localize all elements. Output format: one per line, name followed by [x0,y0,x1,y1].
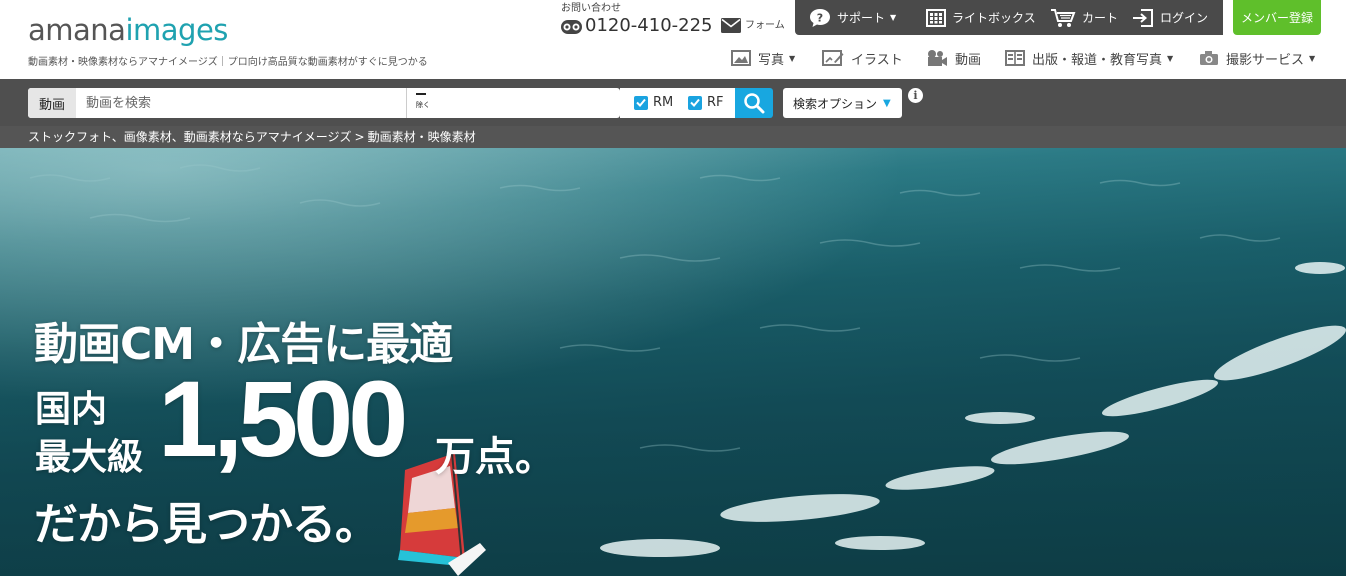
nav-photo-service[interactable]: 撮影サービス ▼ [1199,47,1315,69]
chevron-down-icon: ▼ [789,53,796,63]
hero-subline: だから見つかる。 [34,499,379,550]
support-label: サポート [837,11,886,25]
contact-info: お問い合わせ 0120-410-225 フォーム [561,2,791,42]
signup-button[interactable]: メンバー登録 [1233,0,1321,35]
nav-video[interactable]: 動画 [926,47,981,69]
minus-icon [416,93,426,95]
book-icon [1005,50,1025,66]
nav-editorial-label: 出版・報道・教育写真 [1032,52,1163,68]
illustration-icon [822,50,844,66]
login-icon [1133,8,1153,27]
license-filters: RM RF [620,88,735,118]
search-type-selector[interactable]: 動画 [28,88,76,118]
question-icon: ? [810,8,830,27]
search-box: 動画 除く [28,88,620,118]
camera-icon [1200,51,1218,65]
mail-icon[interactable] [721,18,741,33]
breadcrumb-separator: > [354,130,365,144]
login-label: ログイン [1160,11,1209,25]
svg-text:?: ? [817,11,823,24]
lightbox-label: ライトボックス [952,11,1036,25]
exclude-label: 除く [416,101,430,109]
nav-editorial[interactable]: 出版・報道・教育写真 ▼ [1005,47,1173,69]
rm-label: RM [653,95,674,110]
nav-illustration-label: イラスト [851,52,903,68]
chevron-down-icon: ▼ [1167,53,1174,63]
login-link[interactable]: ログイン [1132,0,1208,35]
nav-illustration[interactable]: イラスト [822,47,903,69]
nav-photo[interactable]: 写真 ▼ [731,47,795,69]
search-input[interactable] [78,88,406,118]
support-menu[interactable]: ? サポート ▼ [809,0,896,35]
chevron-down-icon: ▼ [883,97,891,109]
breadcrumb-current: 動画素材・映像素材 [367,130,476,144]
search-options-button[interactable]: 検索オプション ▼ [783,88,902,118]
hero-largest-label: 最大級 [35,437,144,478]
cart-label: カート [1082,11,1119,25]
tagline: 動画素材・映像素材ならアマナイメージズ｜プロ向け高品質な動画素材がすぐに見つかる [28,57,428,68]
video-camera-icon [928,50,947,66]
rf-label: RF [707,95,724,110]
exclude-keyword-field[interactable]: 除く [406,88,620,118]
nav-video-label: 動画 [955,52,982,68]
freedial-icon [561,20,582,34]
hero-banner[interactable]: 動画CM・広告に最適 国内 最大級 1,500 万点。 だから見つかる。 [0,148,1346,576]
search-icon [744,93,765,114]
photo-icon [731,50,751,66]
contact-form-link[interactable]: フォーム [745,19,785,33]
lightbox-icon [926,8,946,27]
hero-count-number: 1,500 [158,358,408,479]
breadcrumb-home[interactable]: ストックフォト、画像素材、動画素材ならアマナイメージズ [28,130,352,144]
info-icon[interactable]: i [908,88,923,103]
hero-domestic-label: 国内 [35,389,108,430]
site-logo[interactable]: amanaimages [28,12,228,48]
site-header: amanaimages 動画素材・映像素材ならアマナイメージズ｜プロ向け高品質な… [0,0,1346,79]
search-options-label: 検索オプション [793,96,878,111]
account-toolbar: ? サポート ▼ ライトボックス カート ログイン [795,0,1223,35]
rm-checkbox[interactable]: RM [634,95,673,110]
cart-icon [1051,8,1076,27]
nav-photo-service-label: 撮影サービス [1226,52,1305,68]
breadcrumb: ストックフォト、画像素材、動画素材ならアマナイメージズ > 動画素材・映像素材 [0,126,1346,148]
checkbox-checked-icon [634,95,648,110]
cart-link[interactable]: カート [1050,0,1118,35]
lightbox-link[interactable]: ライトボックス [926,0,1036,35]
phone-number[interactable]: 0120-410-225 [585,14,713,38]
nav-photo-label: 写真 [758,52,785,68]
hero-count-unit: 万点。 [435,434,555,480]
checkbox-checked-icon [688,95,702,110]
search-button[interactable] [735,88,773,118]
chevron-down-icon: ▼ [1309,53,1316,63]
search-bar: 動画 除く RM RF 検索オプション ▼ i [0,79,1346,126]
chevron-down-icon: ▼ [890,13,897,22]
rf-checkbox[interactable]: RF [688,95,724,110]
